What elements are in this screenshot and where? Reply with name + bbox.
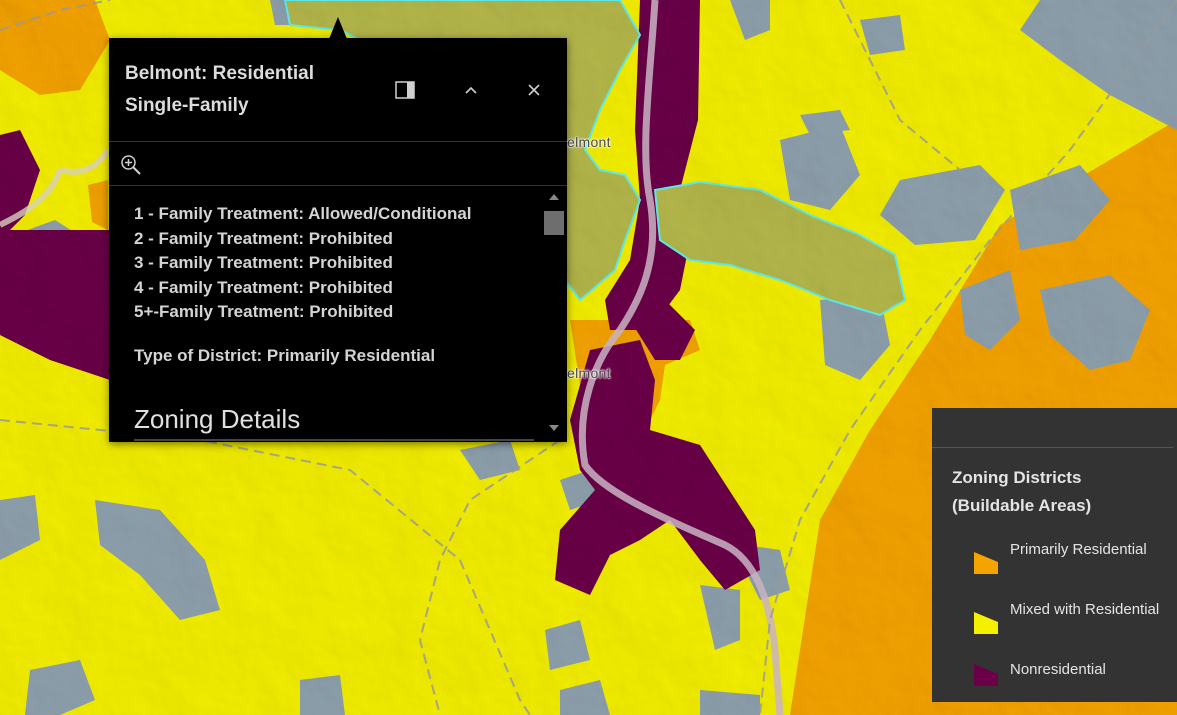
popup-scrollbar[interactable] [543, 186, 567, 442]
legend-item-mixed-with-residential: Mixed with Residential [972, 598, 1172, 646]
close-button[interactable] [520, 76, 548, 104]
district-type: Type of District: Primarily Residential [134, 346, 436, 365]
legend-label-nonresidential: Nonresidential [1010, 661, 1106, 678]
legend-panel: Zoning Districts (Buildable Areas) Prima… [932, 408, 1177, 702]
scroll-down-arrow-icon[interactable] [549, 425, 559, 431]
attribute-3-family: 3 - Family Treatment: Prohibited [134, 253, 393, 272]
legend-divider [932, 447, 1173, 448]
collapse-button[interactable] [457, 76, 485, 104]
zoom-to-button[interactable] [120, 154, 142, 176]
close-icon [528, 84, 540, 96]
popup-title: Belmont: Residential Single-Family [125, 63, 314, 116]
heading-divider [134, 439, 534, 441]
dock-button[interactable] [391, 76, 419, 104]
attribute-list: 1 - Family Treatment: Allowed/Conditiona… [134, 202, 472, 325]
popup-toolbar [109, 142, 567, 186]
dock-icon [395, 81, 415, 99]
legend-label-primarily-residential: Primarily Residential [1010, 541, 1147, 558]
legend-swatch-mixed-with-residential [974, 612, 998, 634]
attribute-4-family: 4 - Family Treatment: Prohibited [134, 277, 393, 297]
legend-swatch-nonresidential [974, 664, 998, 686]
place-label-belmont-south: elmont [567, 365, 611, 381]
chevron-up-icon [465, 86, 477, 94]
legend-swatch-primarily-residential [974, 552, 998, 574]
feature-popup: Belmont: Residential Single-Family 1 - F… [109, 38, 567, 442]
popup-pointer [329, 17, 347, 39]
legend-item-primarily-residential: Primarily Residential [972, 538, 1172, 586]
legend-title: Zoning Districts (Buildable Areas) [952, 468, 1092, 515]
attribute-1-family: 1 - Family Treatment: Allowed/Conditiona… [134, 204, 472, 223]
attribute-2-family: 2 - Family Treatment: Prohibited [134, 228, 393, 248]
zoom-to-icon [121, 155, 141, 175]
scroll-thumb[interactable] [544, 211, 564, 235]
zoning-details-heading: Zoning Details [134, 404, 301, 434]
popup-content[interactable]: 1 - Family Treatment: Allowed/Conditiona… [109, 186, 567, 442]
attribute-5plus-family: 5+-Family Treatment: Prohibited [134, 302, 394, 321]
scroll-up-arrow-icon[interactable] [549, 194, 559, 200]
legend-item-nonresidential: Nonresidential [972, 658, 1172, 706]
popup-header: Belmont: Residential Single-Family [109, 38, 567, 142]
legend-label-mixed-with-residential: Mixed with Residential [1010, 601, 1160, 618]
place-label-belmont-north: elmont [567, 134, 611, 150]
